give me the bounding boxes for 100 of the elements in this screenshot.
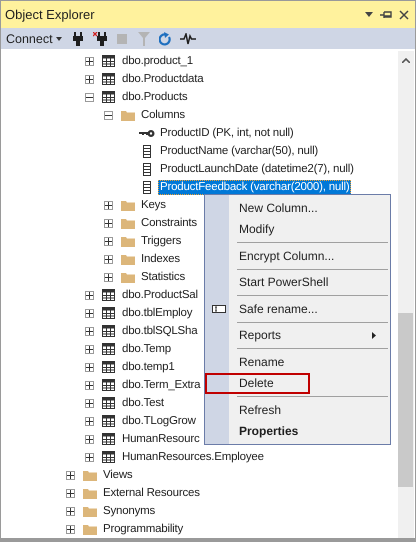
pin-icon[interactable] [380, 10, 392, 18]
expand-button[interactable] [104, 200, 113, 210]
folder-icon [120, 254, 134, 264]
expand-button[interactable] [85, 452, 94, 462]
table-icon [102, 91, 115, 103]
disconnect-icon [92, 32, 107, 46]
tree-item[interactable]: ProductID (PK, int, not null) [158, 126, 296, 140]
tree-item[interactable]: ProductFeedback (varchar(2000), null) [158, 180, 352, 194]
dropdown-icon[interactable] [365, 12, 373, 17]
menu-item[interactable]: Modify [205, 218, 388, 240]
plus-icon [86, 400, 93, 406]
plus-icon [86, 328, 93, 334]
rename-field-icon [212, 304, 226, 313]
tree-item[interactable]: Indexes [139, 252, 182, 266]
tree-item[interactable]: HumanResourc [120, 432, 202, 446]
tree-item[interactable]: ProductLaunchDate (datetime2(7), null) [158, 162, 356, 176]
expand-button[interactable] [85, 380, 94, 390]
tree-item[interactable]: ProductName (varchar(50), null) [158, 144, 320, 158]
connect-button[interactable]: Connect [6, 32, 62, 46]
table-icon [102, 451, 115, 463]
expand-button[interactable] [85, 56, 94, 66]
plus-icon [67, 472, 74, 478]
tree-item[interactable]: HumanResources.Employee [120, 450, 266, 464]
expand-button[interactable] [85, 344, 94, 354]
table-icon [102, 343, 115, 355]
tree-item[interactable]: Synonyms [101, 504, 158, 518]
waveform-icon [180, 32, 196, 44]
folder-icon [120, 110, 134, 120]
table-icon [102, 397, 115, 409]
menu-item[interactable]: Properties [205, 420, 388, 442]
tree-item[interactable]: dbo.Term_Extra [120, 378, 202, 392]
tree-item[interactable]: Statistics [139, 270, 188, 284]
expand-button[interactable] [85, 74, 94, 84]
expand-button[interactable] [85, 362, 94, 372]
close-icon[interactable] [399, 10, 409, 20]
plus-icon [86, 454, 93, 460]
plus-icon [86, 58, 93, 64]
plus-icon [86, 364, 93, 370]
menu-item[interactable]: New Column... [205, 197, 388, 218]
folder-icon [82, 506, 96, 516]
expand-button[interactable] [85, 290, 94, 300]
menu-item[interactable]: Safe rename... [205, 298, 388, 320]
tree-item[interactable]: dbo.temp1 [120, 360, 177, 374]
expand-button[interactable] [104, 236, 113, 246]
tree-item[interactable]: dbo.ProductSal [120, 288, 200, 302]
menu-item[interactable]: Refresh [205, 399, 388, 420]
plus-icon [67, 490, 74, 496]
plus-icon [105, 256, 112, 262]
tree-item[interactable]: Columns [139, 108, 187, 122]
collapse-button[interactable] [104, 110, 113, 120]
table-icon [102, 55, 115, 67]
scrollbar-thumb[interactable] [398, 313, 413, 487]
expand-button[interactable] [85, 308, 94, 318]
table-icon [102, 433, 115, 445]
expand-button[interactable] [66, 488, 75, 498]
plug-icon [72, 32, 83, 46]
expand-button[interactable] [66, 506, 75, 516]
tree-item[interactable]: Programmability [101, 522, 186, 536]
tree-item[interactable]: Triggers [139, 234, 184, 248]
table-icon [102, 325, 115, 337]
expand-button[interactable] [104, 272, 113, 282]
menu-item[interactable]: Reports [205, 324, 388, 346]
tree-item[interactable]: Constraints [139, 216, 199, 230]
menu-item[interactable]: Rename [205, 351, 388, 372]
expand-button[interactable] [66, 470, 75, 480]
collapse-button[interactable] [85, 92, 94, 102]
tree-item[interactable]: External Resources [101, 486, 202, 500]
tree-item[interactable]: dbo.Products [120, 90, 190, 104]
table-icon [102, 289, 115, 301]
plus-icon [86, 382, 93, 388]
scroll-up-icon[interactable] [402, 58, 410, 63]
submenu-arrow-icon [372, 332, 376, 339]
expand-button[interactable] [85, 416, 94, 426]
scrollbar[interactable] [398, 51, 414, 538]
tree-item[interactable]: dbo.Productdata [120, 72, 206, 86]
table-icon [102, 73, 115, 85]
menu-item[interactable]: Delete [205, 372, 310, 394]
expand-button[interactable] [104, 254, 113, 264]
tree-item[interactable]: Keys [139, 198, 168, 212]
folder-icon [82, 524, 96, 534]
menu-item[interactable]: Encrypt Column... [205, 245, 388, 266]
tree-item[interactable]: Views [101, 468, 134, 482]
expand-button[interactable] [85, 398, 94, 408]
tree-item[interactable]: dbo.Temp [120, 342, 173, 356]
expand-button[interactable] [85, 326, 94, 336]
tree-item[interactable]: dbo.tblEmploy [120, 306, 194, 320]
expand-button[interactable] [104, 218, 113, 228]
tree-item[interactable]: dbo.product_1 [120, 54, 195, 68]
tree-item[interactable]: dbo.TLogGrow [120, 414, 198, 428]
filter-icon [138, 32, 150, 46]
expand-button[interactable] [66, 524, 75, 534]
plus-icon [105, 202, 112, 208]
plus-icon [105, 238, 112, 244]
column-icon [142, 162, 150, 176]
tree-item[interactable]: dbo.Test [120, 396, 166, 410]
tree-item[interactable]: dbo.tblSQLSha [120, 324, 200, 338]
expand-button[interactable] [85, 434, 94, 444]
menu-item[interactable]: Start PowerShell [205, 272, 388, 293]
folder-icon [82, 488, 96, 498]
table-icon [102, 379, 115, 391]
